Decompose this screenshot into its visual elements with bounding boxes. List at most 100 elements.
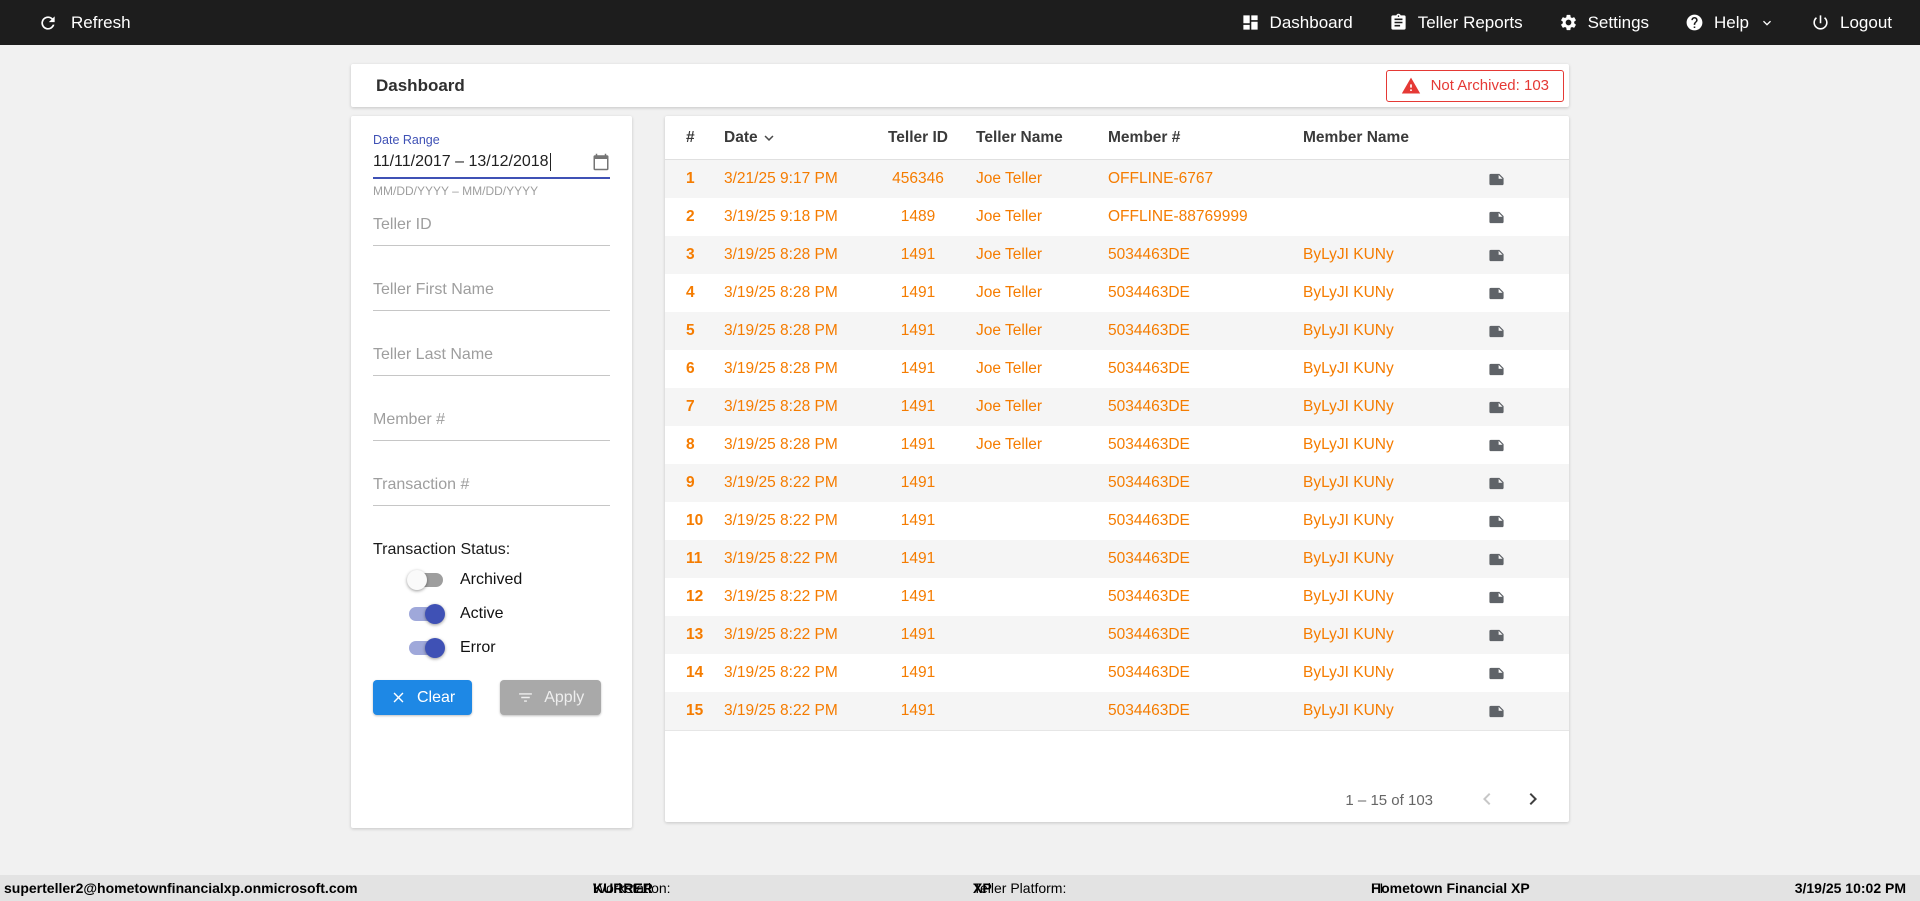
status-toggle[interactable] <box>407 638 445 658</box>
cell-row-number: 7 <box>686 398 695 415</box>
nav-logout-label: Logout <box>1840 12 1892 32</box>
table-row[interactable]: 10 3/19/25 8:22 PM 1491 5034463DE ByLyJI… <box>665 502 1569 540</box>
previous-page-button[interactable] <box>1475 787 1499 814</box>
teller-first-name-input[interactable] <box>373 280 610 311</box>
transaction-number-input[interactable] <box>373 475 610 506</box>
table-row[interactable]: 7 3/19/25 8:28 PM 1491 Joe Teller 503446… <box>665 388 1569 426</box>
table-body: 1 3/21/25 9:17 PM 456346 Joe Teller OFFL… <box>665 160 1569 731</box>
cell-member-number: 5034463DE <box>1108 702 1190 719</box>
table-row[interactable]: 15 3/19/25 8:22 PM 1491 5034463DE ByLyJI… <box>665 692 1569 730</box>
cell-date: 3/19/25 8:28 PM <box>724 246 838 263</box>
cell-date: 3/19/25 8:28 PM <box>724 360 838 377</box>
table-row[interactable]: 3 3/19/25 8:28 PM 1491 Joe Teller 503446… <box>665 236 1569 274</box>
table-header-row: # Date Teller ID Teller Name Member # Me… <box>665 116 1569 160</box>
page-header: Dashboard Not Archived: 103 <box>351 64 1569 107</box>
nav-dashboard[interactable]: Dashboard <box>1241 13 1353 33</box>
toggle-row-active[interactable]: Active <box>407 601 610 627</box>
cell-teller-id: 1491 <box>900 588 936 605</box>
workstation-label: Workstation: <box>593 880 671 896</box>
table-row[interactable]: 12 3/19/25 8:22 PM 1491 5034463DE ByLyJI… <box>665 578 1569 616</box>
note-icon[interactable] <box>1488 703 1505 720</box>
note-icon[interactable] <box>1488 665 1505 682</box>
cell-date: 3/19/25 8:22 PM <box>724 626 838 643</box>
note-icon[interactable] <box>1488 437 1505 454</box>
cell-member-name: ByLyJI KUNy <box>1303 474 1394 491</box>
cell-date: 3/19/25 8:22 PM <box>724 512 838 529</box>
note-icon[interactable] <box>1488 399 1505 416</box>
transaction-status-label: Transaction Status: <box>373 541 511 558</box>
table-row[interactable]: 14 3/19/25 8:22 PM 1491 5034463DE ByLyJI… <box>665 654 1569 692</box>
warning-icon <box>1401 76 1421 96</box>
table-row[interactable]: 8 3/19/25 8:28 PM 1491 Joe Teller 503446… <box>665 426 1569 464</box>
next-page-button[interactable] <box>1521 787 1545 814</box>
dashboard-icon <box>1241 13 1260 32</box>
cell-row-number: 13 <box>686 626 704 643</box>
note-icon[interactable] <box>1488 589 1505 606</box>
cell-member-number: 5034463DE <box>1108 246 1190 263</box>
cell-member-name: ByLyJI KUNy <box>1303 550 1394 567</box>
note-icon[interactable] <box>1488 209 1505 226</box>
cell-date: 3/19/25 8:22 PM <box>724 664 838 681</box>
column-date[interactable]: Date <box>724 129 886 147</box>
note-icon[interactable] <box>1488 475 1505 492</box>
column-date-label: Date <box>724 128 758 146</box>
nav-logout[interactable]: Logout <box>1811 13 1892 33</box>
sort-descending-icon <box>760 129 778 147</box>
table-row[interactable]: 9 3/19/25 8:22 PM 1491 5034463DE ByLyJI … <box>665 464 1569 502</box>
nav-teller-reports[interactable]: Teller Reports <box>1389 13 1523 33</box>
chevron-left-icon <box>1475 787 1499 811</box>
teller-id-input[interactable] <box>373 215 610 246</box>
cell-member-number: 5034463DE <box>1108 398 1190 415</box>
column-member-number: Member # <box>1108 128 1181 146</box>
cell-member-number: 5034463DE <box>1108 512 1190 529</box>
cell-row-number: 15 <box>686 702 704 719</box>
toggle-row-error[interactable]: Error <box>407 635 610 661</box>
cell-teller-id: 1491 <box>900 474 936 491</box>
teller-last-name-input[interactable] <box>373 345 610 376</box>
table-row[interactable]: 2 3/19/25 9:18 PM 1489 Joe Teller OFFLIN… <box>665 198 1569 236</box>
table-row[interactable]: 1 3/21/25 9:17 PM 456346 Joe Teller OFFL… <box>665 160 1569 198</box>
note-icon[interactable] <box>1488 171 1505 188</box>
table-row[interactable]: 5 3/19/25 8:28 PM 1491 Joe Teller 503446… <box>665 312 1569 350</box>
cell-teller-id: 1489 <box>900 208 936 225</box>
note-icon[interactable] <box>1488 323 1505 340</box>
not-archived-label: Not Archived: 103 <box>1430 77 1549 94</box>
member-number-input[interactable] <box>373 410 610 441</box>
cell-member-name: ByLyJI KUNy <box>1303 512 1394 529</box>
status-toggle[interactable] <box>407 604 445 624</box>
cell-row-number: 9 <box>686 474 695 491</box>
toggle-row-archived[interactable]: Archived <box>407 567 610 593</box>
table-row[interactable]: 4 3/19/25 8:28 PM 1491 Joe Teller 503446… <box>665 274 1569 312</box>
apply-button[interactable]: Apply <box>500 680 602 715</box>
cell-teller-name: Joe Teller <box>976 170 1043 187</box>
clear-label: Clear <box>417 688 456 706</box>
nav-help-label: Help <box>1714 12 1749 32</box>
filter-actions: Clear Apply <box>373 680 610 715</box>
reports-clipboard-icon <box>1389 13 1408 32</box>
current-datetime: 3/19/25 10:02 PM <box>1794 880 1906 896</box>
note-icon[interactable] <box>1488 285 1505 302</box>
status-toggle[interactable] <box>407 570 445 590</box>
clear-button[interactable]: Clear <box>373 680 473 715</box>
pagination: 1 – 15 of 103 <box>665 787 1569 814</box>
cell-member-number: 5034463DE <box>1108 322 1190 339</box>
note-icon[interactable] <box>1488 247 1505 264</box>
nav-settings[interactable]: Settings <box>1559 13 1649 33</box>
note-icon[interactable] <box>1488 513 1505 530</box>
cell-member-number: 5034463DE <box>1108 550 1190 567</box>
note-icon[interactable] <box>1488 551 1505 568</box>
cell-member-number: 5034463DE <box>1108 588 1190 605</box>
note-icon[interactable] <box>1488 627 1505 644</box>
calendar-icon[interactable] <box>592 153 610 171</box>
table-row[interactable]: 6 3/19/25 8:28 PM 1491 Joe Teller 503446… <box>665 350 1569 388</box>
cell-teller-id: 1491 <box>900 398 936 415</box>
date-range-input[interactable]: 11/11/2017 – 13/12/2018 <box>373 152 610 179</box>
filter-icon <box>517 689 534 706</box>
table-row[interactable]: 11 3/19/25 8:22 PM 1491 5034463DE ByLyJI… <box>665 540 1569 578</box>
table-row[interactable]: 13 3/19/25 8:22 PM 1491 5034463DE ByLyJI… <box>665 616 1569 654</box>
note-icon[interactable] <box>1488 361 1505 378</box>
cell-member-number: 5034463DE <box>1108 360 1190 377</box>
refresh-button[interactable]: Refresh <box>38 13 131 33</box>
nav-help[interactable]: Help <box>1685 13 1775 33</box>
cell-member-number: 5034463DE <box>1108 436 1190 453</box>
